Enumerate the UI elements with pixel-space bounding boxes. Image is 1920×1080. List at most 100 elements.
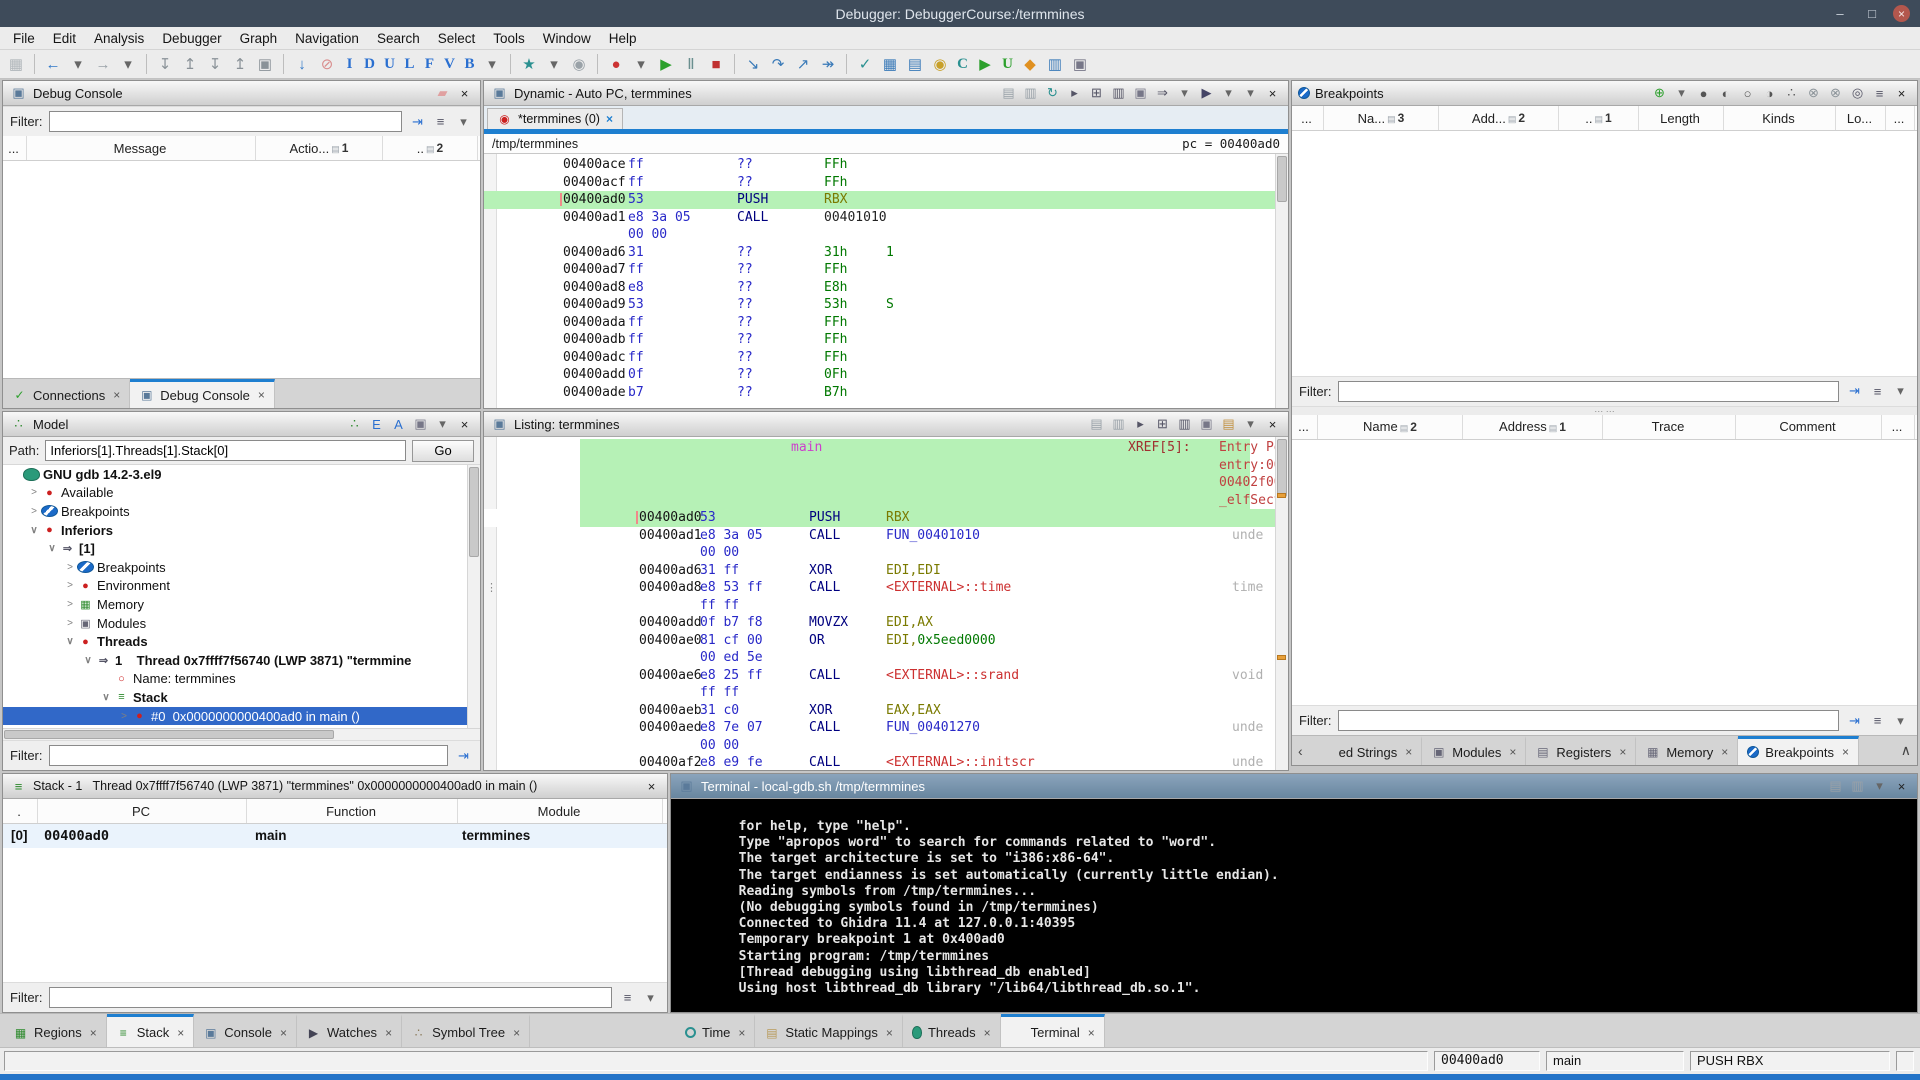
dd-icon[interactable]: ▾ [433, 416, 452, 432]
back-icon[interactable]: ← [41, 52, 65, 76]
model-tree-hscrollbar[interactable] [3, 728, 480, 740]
table-ch-icon[interactable]: ▥ [1175, 416, 1194, 432]
tree-item[interactable]: > Breakpoints [3, 502, 480, 521]
dd-icon[interactable]: ▾ [116, 52, 140, 76]
asm-row[interactable]: 00400ad8 e8 53 ff CALL <EXTERNAL>::time … [484, 579, 1275, 597]
tree-item[interactable]: ∨ ● Inferiors [3, 521, 480, 540]
expander-icon[interactable]: > [117, 711, 131, 722]
patch-up-icon[interactable]: ↥ [178, 52, 202, 76]
breakpoints-table-body[interactable] [1292, 131, 1917, 376]
dd-icon[interactable]: ▾ [1241, 416, 1260, 432]
close-icon[interactable]: × [642, 779, 661, 794]
forward-icon[interactable]: → [91, 52, 115, 76]
column-header[interactable]: Length [1639, 106, 1724, 130]
tree-item[interactable]: > ● #0 0x0000000000400ad0 in main () [3, 706, 480, 726]
column-header[interactable]: PC [38, 799, 247, 823]
expander-icon[interactable]: ∨ [81, 655, 95, 666]
go-button[interactable]: Go [412, 439, 474, 462]
menu-item[interactable]: Select [429, 29, 485, 48]
camera-icon[interactable]: ▣ [1068, 52, 1092, 76]
filter-clear-icon[interactable]: ⇥ [454, 748, 473, 764]
expander-icon[interactable]: > [63, 618, 77, 629]
tree-item[interactable]: GNU gdb 14.2-3.el9 [3, 465, 480, 484]
resume-icon[interactable]: ▶ [654, 52, 678, 76]
column-header[interactable]: Address1 [1463, 414, 1603, 439]
filter-clear-icon[interactable]: ⇥ [1845, 713, 1864, 729]
asm-row[interactable]: 00400af2 e8 e9 fe CALL <EXTERNAL>::inits… [484, 754, 1275, 770]
asm-row[interactable]: 00400adb ff ?? FFh [484, 331, 1275, 349]
column-header[interactable]: ... [1292, 106, 1324, 130]
save-icon[interactable]: ▦ [4, 52, 28, 76]
close-tab-icon[interactable]: × [984, 1026, 991, 1040]
splitter-handle[interactable]: ⋮ [486, 582, 497, 593]
resume-icon[interactable]: ▶ [973, 52, 997, 76]
close-icon[interactable]: × [455, 417, 474, 432]
page-camera-icon[interactable]: ▣ [253, 52, 277, 76]
menu-item[interactable]: Edit [44, 29, 85, 48]
expander-icon[interactable]: > [63, 562, 77, 573]
paste-icon[interactable]: ▥ [1109, 416, 1128, 432]
terminal-output[interactable]: for help, type "help". Type "apropos wor… [671, 799, 1917, 1012]
dock-tab[interactable]: ✓ Connections × [3, 379, 131, 408]
asm-row[interactable]: 00400ad9 53 ?? 53h S [484, 296, 1275, 314]
table-dl-icon[interactable]: ⊞ [1087, 85, 1106, 101]
dock-tab[interactable]: ▤ Registers × [1526, 736, 1637, 765]
dock-tab[interactable]: ▣ Modules × [1422, 736, 1527, 765]
dynamic-header[interactable]: ▣ Dynamic - Auto PC, termmines ▤ ▥ ↻ ▸ ⊞ ▥ ▣ ⇒ ▾… [484, 81, 1288, 106]
table-blue-icon[interactable]: ▤ [903, 52, 927, 76]
camera-icon[interactable]: ▣ [411, 416, 430, 432]
close-icon[interactable]: × [1263, 86, 1282, 101]
window-control[interactable]: – [1829, 5, 1851, 23]
toolbar-button[interactable] [597, 54, 598, 74]
column-header[interactable]: ... [3, 136, 27, 160]
kill-icon[interactable]: ■ [704, 52, 728, 76]
patch-up-icon[interactable]: ↥ [228, 52, 252, 76]
filter-clear-icon[interactable]: ⇥ [1845, 383, 1864, 399]
copy-icon[interactable]: ▤ [1087, 416, 1106, 432]
static-listing[interactable]: main XREF[5]: Entry Po entry:00 00402f00… [484, 437, 1288, 770]
column-header[interactable]: Message [27, 136, 256, 160]
patch-down-icon[interactable]: ↧ [153, 52, 177, 76]
menu-item[interactable]: Graph [231, 29, 287, 48]
asm-row[interactable]: 00400ad7 ff ?? FFh [484, 261, 1275, 279]
dd-icon[interactable]: ▾ [480, 52, 504, 76]
plus-green-icon[interactable]: ⊕ [1650, 85, 1669, 101]
toolbar-button[interactable] [734, 54, 735, 74]
dd-icon[interactable]: ▾ [641, 990, 660, 1006]
dock-tab[interactable]: ▶ Watches × [297, 1014, 403, 1048]
toolbar-button[interactable] [146, 54, 147, 74]
copy-icon[interactable]: ▤ [1826, 778, 1845, 794]
x-circle-icon[interactable]: ⊗ [1804, 85, 1823, 101]
copy-icon[interactable]: ▤ [999, 85, 1018, 101]
close-tab-icon[interactable]: × [738, 1026, 745, 1040]
fmt-l-icon[interactable]: L [400, 52, 419, 76]
menu-item[interactable]: Navigation [286, 29, 368, 48]
paste-icon[interactable]: ▥ [1848, 778, 1867, 794]
menu-item[interactable]: Debugger [153, 29, 230, 48]
column-header[interactable]: ..1 [1559, 106, 1639, 130]
camera-icon[interactable]: ▣ [1131, 85, 1150, 101]
paste-icon[interactable]: ▥ [1021, 85, 1040, 101]
step-ext-icon[interactable]: ↠ [816, 52, 840, 76]
dock-tab[interactable]: ▦ Regions × [4, 1014, 107, 1048]
x-circle-icon[interactable]: ⊗ [1826, 85, 1845, 101]
filter-input[interactable] [48, 745, 448, 766]
dock-tab[interactable]: Time × [676, 1014, 756, 1048]
tree-item[interactable]: ∨ ⇒ [1] [3, 539, 480, 558]
expander-icon[interactable]: ∨ [27, 525, 41, 536]
toolbar-button[interactable] [510, 54, 511, 74]
dock-tab[interactable]: ≡ Stack × [106, 1014, 195, 1048]
e-edit-icon[interactable]: E [367, 417, 386, 432]
dynamic-listing[interactable]: 00400ace ff ?? FFh 00400acf ff ?? FFh 00… [484, 154, 1288, 408]
column-header[interactable]: ... [1882, 414, 1915, 439]
tree-item[interactable]: > Breakpoints [3, 558, 480, 577]
tree-item[interactable]: ○ Name: termmines [3, 670, 480, 689]
fmt-d-icon[interactable]: D [360, 52, 379, 76]
tree-item[interactable]: ∨ ⇒ 1 Thread 0x7ffff7f56740 (LWP 3871) "… [3, 651, 480, 670]
dock-tab[interactable]: ∴ Symbol Tree × [402, 1014, 531, 1048]
asm-row[interactable]: 00400ad6 31 ff XOR EDI,EDI [484, 562, 1275, 580]
dock-tab[interactable]: Terminal × [1000, 1014, 1105, 1048]
column-header[interactable]: Na...3 [1324, 106, 1439, 130]
c-gear-icon[interactable]: C [953, 52, 972, 76]
close-tab-icon[interactable]: × [258, 388, 265, 402]
